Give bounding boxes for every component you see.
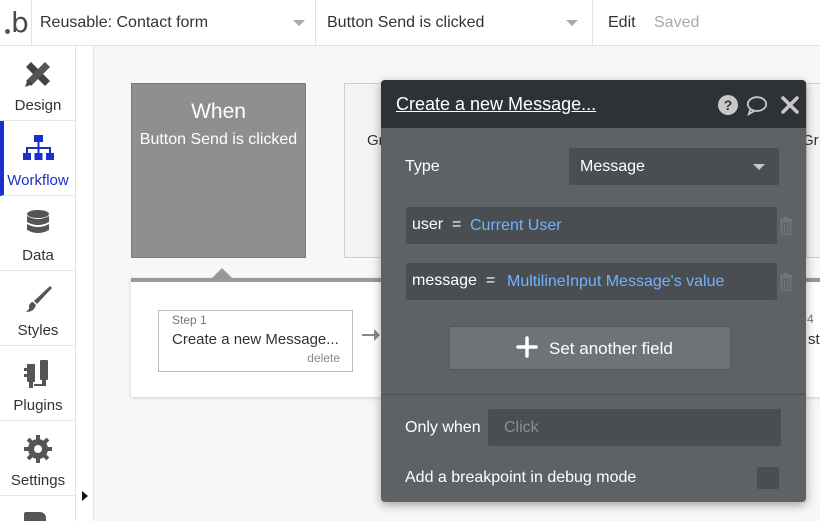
sidebar-item-label: Workflow: [7, 172, 69, 189]
trash-icon[interactable]: [779, 273, 793, 291]
set-another-field-label: Set another field: [549, 339, 673, 358]
type-select-value: Message: [580, 158, 645, 175]
document-icon[interactable]: [24, 512, 46, 521]
event-dropdown[interactable]: Button Send is clicked: [315, 0, 592, 46]
expand-arrow-icon[interactable]: [82, 491, 88, 501]
sidebar-item-label: Plugins: [13, 397, 63, 414]
event-card-subtitle: Button Send is clicked: [139, 131, 298, 148]
edit-menu[interactable]: Edit: [608, 14, 636, 32]
arrow-right-icon: [362, 329, 380, 341]
sidebar-item-plugins[interactable]: Plugins: [0, 346, 76, 421]
step-delete-link[interactable]: delete: [307, 351, 340, 365]
plug-icon: [24, 360, 48, 388]
only-when-input[interactable]: [488, 409, 781, 446]
brush-icon: [26, 286, 52, 312]
sidebar-item-settings[interactable]: Settings: [0, 421, 76, 496]
field-value[interactable]: Current User: [470, 217, 562, 235]
modal-header: Create a new Message... ?: [381, 80, 806, 128]
page-dropdown[interactable]: Reusable: Contact form: [31, 0, 315, 46]
sidebar-item-design[interactable]: Design: [0, 46, 76, 121]
field-row-message[interactable]: message = MultilineInput Message's value: [406, 263, 777, 300]
type-label: Type: [405, 158, 440, 175]
bubble-logo[interactable]: b: [2, 6, 32, 40]
database-icon: [27, 210, 49, 233]
logo-letter: b: [11, 6, 29, 39]
field-value[interactable]: MultilineInput Message's value: [507, 273, 724, 291]
sidebar-item-label: Styles: [17, 322, 59, 339]
chevron-down-icon: [566, 20, 578, 26]
sidebar-gutter: [76, 46, 94, 521]
help-icon[interactable]: ?: [717, 94, 739, 116]
breakpoint-label: Add a breakpoint in debug mode: [405, 469, 637, 486]
close-icon[interactable]: [779, 94, 801, 116]
edit-area: Edit Saved: [592, 0, 820, 46]
event-card[interactable]: When Button Send is clicked: [131, 83, 306, 258]
save-status: Saved: [654, 14, 700, 31]
gear-icon: [24, 435, 52, 463]
action-editor-modal: Create a new Message... ? Type Message u…: [381, 80, 806, 502]
event-card-tertiary[interactable]: Gr: [802, 83, 820, 258]
design-icon: [25, 62, 50, 87]
svg-text:?: ?: [724, 97, 733, 113]
step-card[interactable]: Step 1 Create a new Message... delete: [158, 310, 353, 372]
breakpoint-checkbox[interactable]: [757, 467, 779, 489]
field-row-user[interactable]: user = Current User: [406, 207, 777, 244]
sidebar-item-styles[interactable]: Styles: [0, 271, 76, 346]
sidebar-item-label: Design: [14, 97, 62, 114]
workflow-icon: [23, 135, 54, 160]
chevron-down-icon: [753, 164, 765, 170]
type-select[interactable]: Message: [569, 148, 779, 185]
set-another-field-button[interactable]: Set another field: [449, 326, 731, 370]
sidebar-item-workflow[interactable]: Workflow: [0, 121, 76, 196]
step-title[interactable]: st: [808, 331, 820, 348]
chevron-down-icon: [293, 20, 305, 26]
field-key-name: message: [412, 272, 477, 289]
event-card-title: When: [191, 100, 246, 123]
modal-title[interactable]: Create a new Message...: [396, 94, 596, 115]
field-key: user =: [412, 216, 462, 233]
sidebar-item-data[interactable]: Data: [0, 196, 76, 271]
sidebar: Design Workflow Data Styles Plugins Sett…: [0, 46, 76, 521]
step-number: Step 1: [172, 313, 207, 327]
section-divider: [381, 394, 806, 395]
step-title: Create a new Message...: [172, 331, 339, 348]
field-key: message =: [412, 272, 496, 289]
sidebar-item-label: Settings: [10, 472, 66, 489]
step-panel-pointer: [212, 268, 232, 278]
comment-icon[interactable]: [746, 94, 768, 116]
logo-dot: [5, 29, 10, 34]
only-when-label: Only when: [405, 419, 481, 436]
top-bar: b Reusable: Contact form Button Send is …: [0, 0, 820, 46]
field-key-name: user: [412, 216, 444, 233]
event-dropdown-label: Button Send is clicked: [327, 14, 485, 31]
page-dropdown-label: Reusable: Contact form: [40, 14, 209, 31]
sidebar-item-label: Data: [22, 247, 54, 264]
plus-icon: [516, 336, 538, 358]
trash-icon[interactable]: [779, 217, 793, 235]
